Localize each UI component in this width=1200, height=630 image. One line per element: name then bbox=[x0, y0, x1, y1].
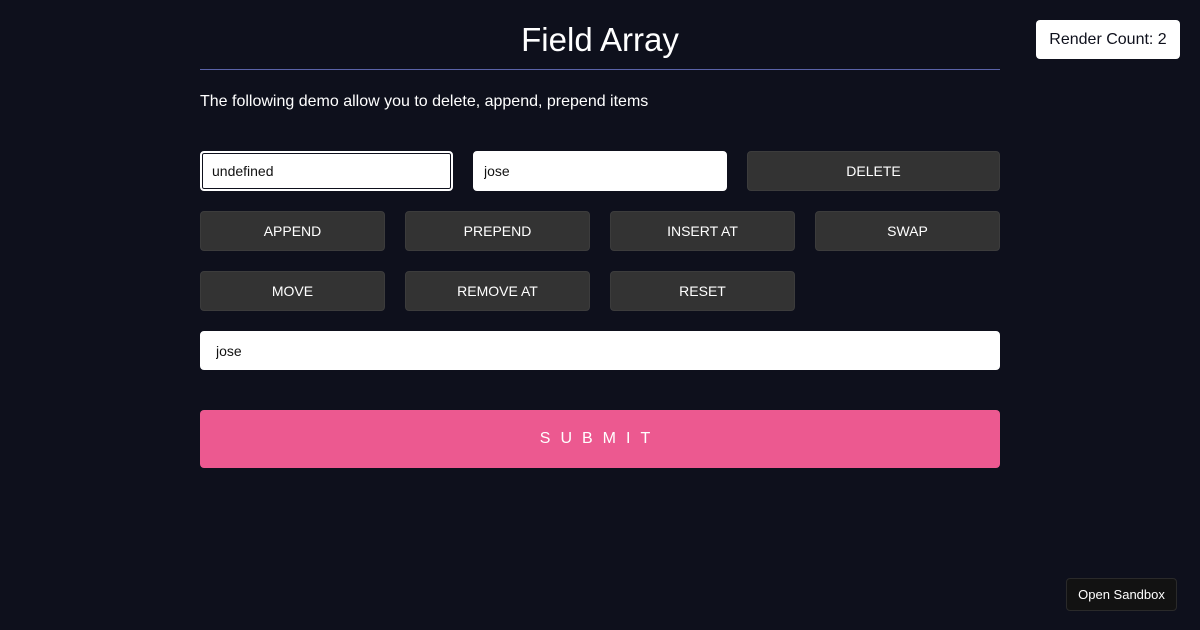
remove-at-button[interactable]: REMOVE AT bbox=[405, 271, 590, 311]
last-name-input[interactable] bbox=[473, 151, 727, 191]
main-text-input[interactable] bbox=[200, 331, 1000, 370]
page-description: The following demo allow you to delete, … bbox=[200, 93, 649, 110]
delete-button[interactable]: DELETE bbox=[747, 151, 1000, 191]
submit-button[interactable]: SUBMIT bbox=[200, 410, 1000, 468]
swap-button[interactable]: SWAP bbox=[815, 211, 1000, 251]
append-button[interactable]: APPEND bbox=[200, 211, 385, 251]
render-count-badge: Render Count: 2 bbox=[1036, 20, 1180, 59]
title-divider bbox=[200, 69, 1000, 70]
prepend-button[interactable]: PREPEND bbox=[405, 211, 590, 251]
reset-button[interactable]: RESET bbox=[610, 271, 795, 311]
insert-at-button[interactable]: INSERT AT bbox=[610, 211, 795, 251]
move-button[interactable]: MOVE bbox=[200, 271, 385, 311]
page-title: Field Array bbox=[521, 21, 679, 58]
page: Render Count: 2 Field Array The followin… bbox=[0, 0, 1200, 630]
open-sandbox-button[interactable]: Open Sandbox bbox=[1066, 578, 1177, 611]
first-name-input[interactable] bbox=[200, 151, 453, 191]
